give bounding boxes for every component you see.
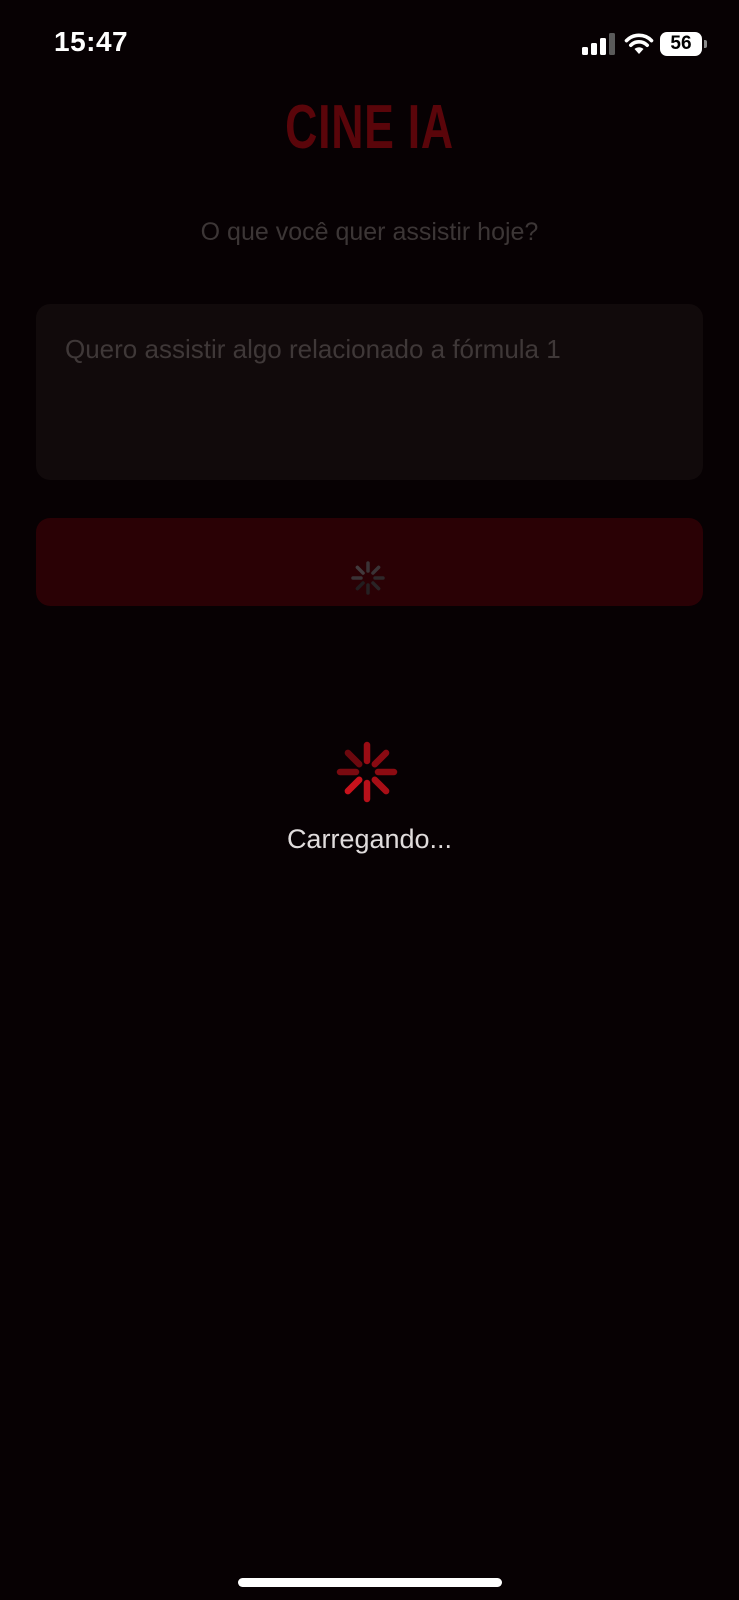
battery-level: 56 [660,32,702,56]
loading-text: Carregando... [286,824,453,854]
wifi-icon [624,33,654,54]
loading-spinner-icon [336,741,398,803]
battery-tip [704,40,707,48]
cellular-signal-icon [582,33,615,55]
prompt-input[interactable]: Quero assistir algo relacionado a fórmul… [36,304,703,480]
status-time: 15:47 [54,26,129,57]
status-bar: 15:47 56 [0,0,739,90]
home-indicator[interactable] [238,1578,502,1587]
button-loading-spinner-icon [351,561,385,595]
app-title: CINE IA [285,93,454,162]
subtitle: O que você quer assistir hoje? [200,218,539,246]
battery-indicator: 56 [660,32,707,56]
